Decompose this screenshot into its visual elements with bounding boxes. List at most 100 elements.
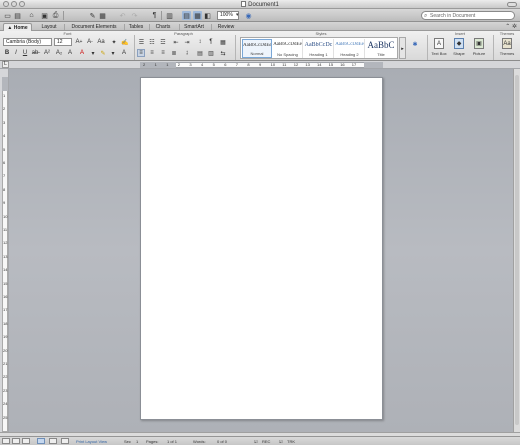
track-changes-icon[interactable]: ☑ xyxy=(279,439,283,444)
ribbon-options-icon[interactable]: ⌃ ✲ xyxy=(505,23,517,30)
themes-button[interactable]: Aa Themes xyxy=(496,38,518,59)
sort-icon[interactable]: ↕ xyxy=(196,38,204,46)
words-value: 0 of 0 xyxy=(217,439,228,444)
style-normal[interactable]: AaBbCcDdEe Normal xyxy=(242,39,272,58)
vertical-ruler-number: 19 xyxy=(3,334,8,340)
subscript-icon[interactable]: A₂ xyxy=(55,49,63,57)
text-direction-icon[interactable]: ⇆ xyxy=(219,49,227,57)
outline-view-button[interactable] xyxy=(12,438,20,444)
chevron-down-icon[interactable]: ▾ xyxy=(236,12,239,18)
styles-gallery: AaBbCcDdEe Normal AaBbCcDdEe No Spacing … xyxy=(240,37,398,59)
standard-toolbar: ▭ ▤ ⌂ ▣ ⎙ ✎ ▦ ↶ ↷ ¶ ▥ ▤ ▦ ◧ 100% ▾ ◉ ⌕ xyxy=(0,9,520,22)
style-title[interactable]: AaBbC Title xyxy=(366,39,396,58)
style-sample: AaBbCcDdEe xyxy=(243,43,271,48)
strikethrough-icon[interactable]: a̶b̶ xyxy=(31,49,39,57)
tab-layout[interactable]: Layout xyxy=(37,23,61,31)
font-size-select[interactable]: 12 xyxy=(54,38,72,46)
align-left-icon[interactable]: ≡ xyxy=(137,49,145,57)
vertical-ruler[interactable]: 1 2 3 4 5 6 7 8 9 10 11 12 13 14 15 16 17 18 19 20 21 22 23 24 2… xyxy=(0,69,9,432)
trk-indicator[interactable]: TRK xyxy=(287,439,295,444)
columns-icon[interactable]: ▥ xyxy=(207,49,215,57)
format-painter-icon[interactable]: ✎ xyxy=(88,11,97,20)
paste-icon[interactable]: ▦ xyxy=(98,11,107,20)
text-box-button[interactable]: A Text Box xyxy=(430,38,448,59)
character-shading-icon[interactable]: A xyxy=(120,49,128,57)
shape-button[interactable]: ◆ Shape xyxy=(451,38,467,59)
line-spacing-icon[interactable]: ↨ xyxy=(183,49,191,57)
scroll-thumb[interactable] xyxy=(515,75,519,425)
save-icon[interactable]: ▣ xyxy=(40,11,49,20)
style-no-spacing[interactable]: AaBbCcDdEe No Spacing xyxy=(273,39,303,58)
spelling-status-icon[interactable]: ☑ xyxy=(254,439,258,444)
insert-table-icon[interactable]: ▥ xyxy=(165,11,174,20)
tab-review[interactable]: Review xyxy=(213,23,239,31)
ruler-number: 3 xyxy=(189,62,192,67)
vertical-scrollbar[interactable] xyxy=(513,69,520,432)
vertical-ruler-number: 21 xyxy=(3,361,8,366)
align-right-icon[interactable]: ≡ xyxy=(159,49,167,57)
style-sample: AaBbC xyxy=(367,40,395,50)
change-case-icon[interactable]: Aa xyxy=(97,38,105,46)
draft-view-button[interactable] xyxy=(2,438,10,444)
styles-pane-icon[interactable]: ✱ xyxy=(411,40,419,48)
publishing-view-button[interactable] xyxy=(22,438,30,444)
borders-icon[interactable]: ▦ xyxy=(219,38,227,46)
toolbox-icon[interactable]: ◧ xyxy=(203,11,212,20)
clear-formatting-icon[interactable]: ✦ xyxy=(110,38,118,46)
chevron-down-icon[interactable]: ▾ xyxy=(89,49,97,57)
undo-icon[interactable]: ↶ xyxy=(118,11,127,20)
style-heading-2[interactable]: AaBbCcDdEe Heading 2 xyxy=(335,39,365,58)
superscript-icon[interactable]: A² xyxy=(43,49,51,57)
open-icon[interactable]: ⌂ xyxy=(27,11,36,20)
tab-document-elements[interactable]: Document Elements xyxy=(66,23,122,31)
tab-charts[interactable]: Charts xyxy=(151,23,175,31)
style-heading-1[interactable]: AaBbCcDc Heading 1 xyxy=(304,39,334,58)
gallery-icon[interactable]: ▦ xyxy=(193,11,202,20)
templates-icon[interactable]: ▤ xyxy=(13,11,22,20)
chevron-down-icon[interactable]: ▾ xyxy=(109,49,117,57)
group-title-font: Font xyxy=(63,31,72,36)
shading-icon[interactable]: ▤ xyxy=(196,49,204,57)
justify-icon[interactable]: ≣ xyxy=(170,49,178,57)
sidebar-icon[interactable]: ▤ xyxy=(182,11,191,20)
numbering-icon[interactable]: ☷ xyxy=(148,38,156,46)
increase-indent-icon[interactable]: ⇥ xyxy=(183,38,191,46)
tab-home[interactable]: ▲ Home xyxy=(3,23,32,31)
print-icon[interactable]: ⎙ xyxy=(51,11,60,20)
text-effects-icon[interactable]: A xyxy=(66,49,74,57)
multilevel-list-icon[interactable]: ☲ xyxy=(159,38,167,46)
tab-tables[interactable]: Tables xyxy=(125,23,147,31)
notebook-view-button[interactable] xyxy=(49,438,57,444)
rec-indicator[interactable]: REC xyxy=(262,439,270,444)
focus-view-button[interactable] xyxy=(61,438,69,444)
underline-icon[interactable]: U xyxy=(21,49,29,57)
tab-smartart[interactable]: SmartArt xyxy=(181,23,207,31)
font-color-icon[interactable]: A xyxy=(78,49,86,57)
highlight-icon[interactable]: ✍ xyxy=(121,38,129,46)
redo-icon[interactable]: ↷ xyxy=(130,11,139,20)
styles-scroll-button[interactable]: ▸ xyxy=(399,37,406,59)
horizontal-ruler[interactable]: L 2 1 1 2 3 4 5 6 7 8 9 10 11 12 13 14 15 16 17 xyxy=(0,61,520,69)
search-input[interactable] xyxy=(430,12,514,19)
search-field[interactable]: ⌕ xyxy=(421,11,515,20)
document-page[interactable] xyxy=(140,77,383,420)
ruler-number: 2 xyxy=(143,62,146,67)
vertical-ruler-number: 8 xyxy=(3,186,6,192)
toolbar-toggle-button[interactable] xyxy=(507,2,517,7)
help-icon[interactable]: ◉ xyxy=(244,11,253,20)
grow-font-icon[interactable]: A + xyxy=(75,38,83,46)
bullets-icon[interactable]: ☰ xyxy=(137,38,146,46)
highlight-color-icon[interactable]: ✎ xyxy=(99,49,107,57)
decrease-indent-icon[interactable]: ⇤ xyxy=(172,38,180,46)
pilcrow-icon[interactable]: ¶ xyxy=(150,11,159,20)
print-layout-view-button[interactable] xyxy=(37,438,45,444)
show-hide-icon[interactable]: ¶ xyxy=(207,38,215,46)
align-center-icon[interactable]: ≡ xyxy=(148,49,156,57)
tab-selector[interactable]: L xyxy=(2,61,9,68)
bold-icon[interactable]: B xyxy=(3,49,11,57)
font-name-select[interactable]: Cambria (Body) xyxy=(3,38,52,46)
italic-icon[interactable]: I xyxy=(12,49,20,57)
new-icon[interactable]: ▭ xyxy=(3,11,12,20)
picture-button[interactable]: ▣ Picture xyxy=(470,38,488,59)
shrink-font-icon[interactable]: A- xyxy=(86,38,94,46)
